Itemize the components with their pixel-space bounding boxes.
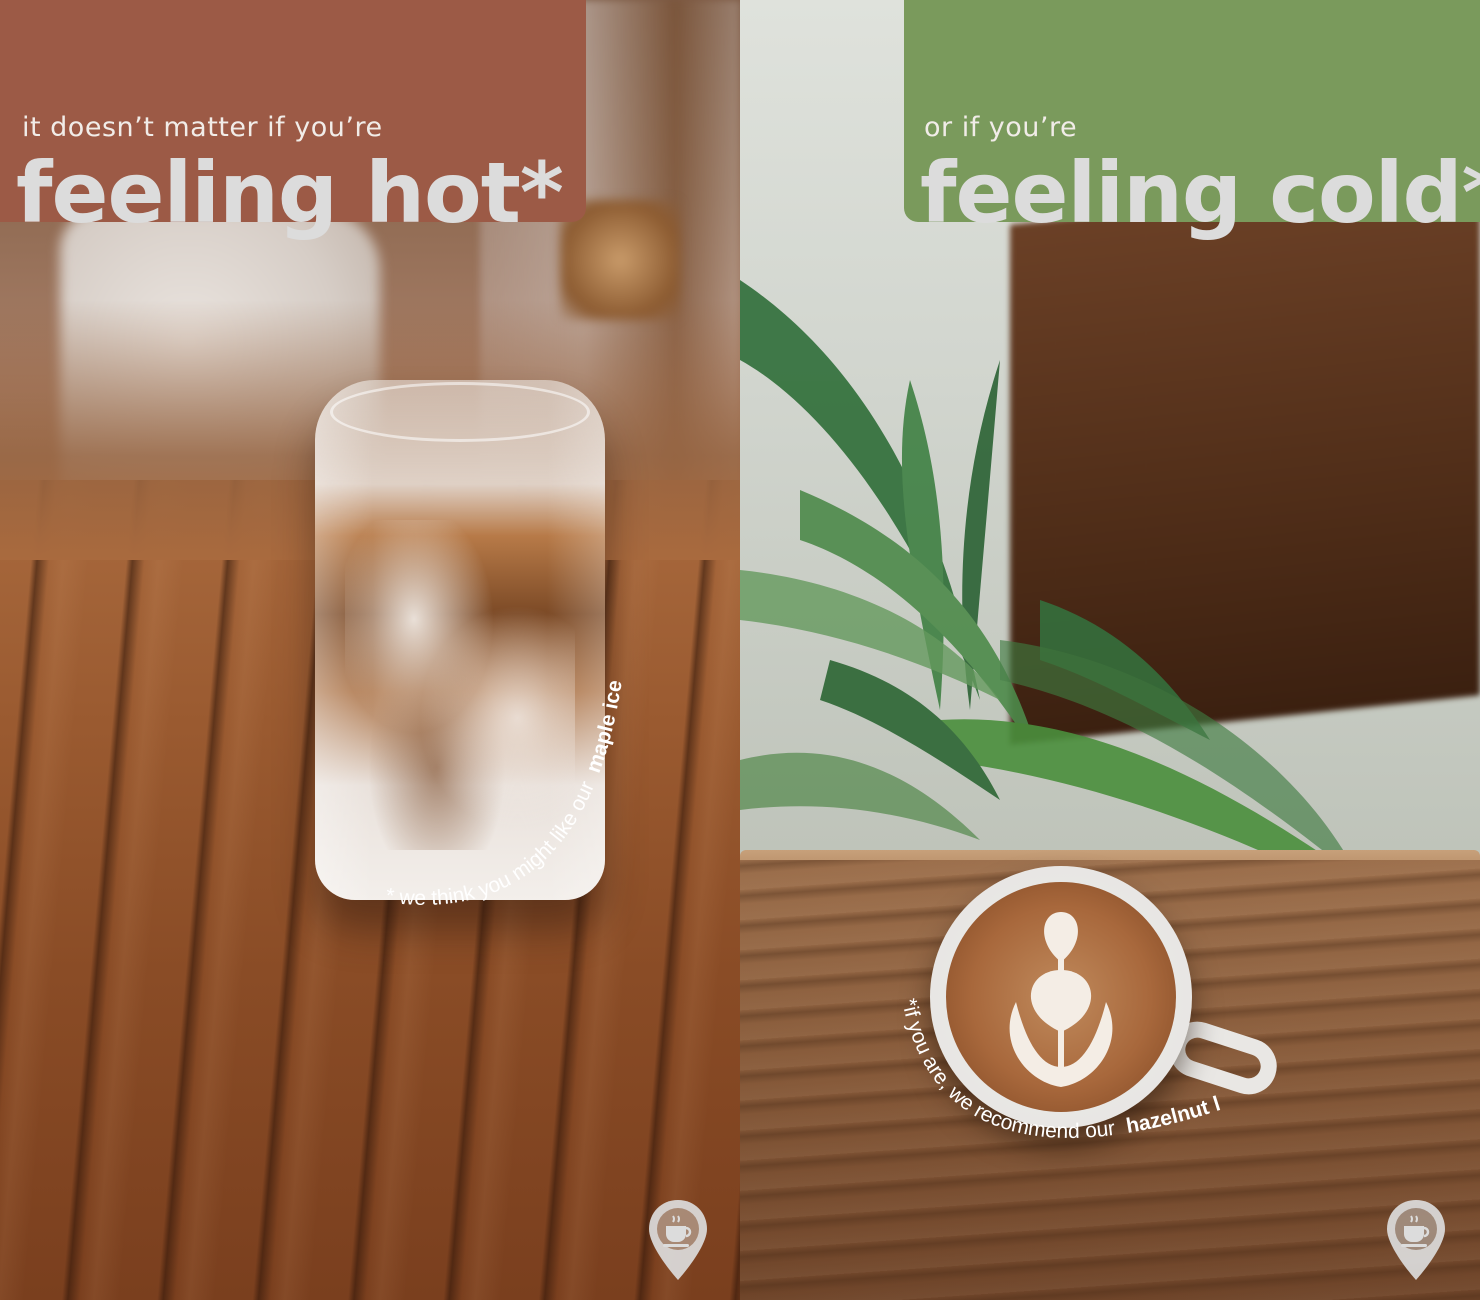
footnote-regular: *if you are, we recommend our [897,997,1116,1143]
subheading: it doesn’t matter if you’re [22,112,383,143]
glass-rim [330,382,590,442]
plant [740,280,1440,940]
footnote-regular: * we think you might like our [384,778,599,910]
hot-drink-panel: it doesn’t matter if you’re feeling hot*… [0,0,740,1300]
curved-footnote: * we think you might like our maple iced… [354,622,627,910]
headline: feeling cold* [920,144,1480,242]
footnote-product: maple iced latte [354,622,627,776]
headline: feeling hot* [16,144,564,242]
location-icon[interactable] [1384,1198,1448,1282]
curved-footnote: *if you are, we recommend our hazelnut l… [884,972,1223,1143]
svg-text:*if you are, we recommend our: *if you are, we recommend our hazelnut l… [884,972,1223,1143]
svg-text:* we think you might like our: * we think you might like our maple iced… [354,622,627,910]
location-icon[interactable] [646,1198,710,1282]
subheading: or if you’re [924,112,1078,143]
cold-drink-panel: or if you’re feeling cold* *if you are, … [740,0,1480,1300]
